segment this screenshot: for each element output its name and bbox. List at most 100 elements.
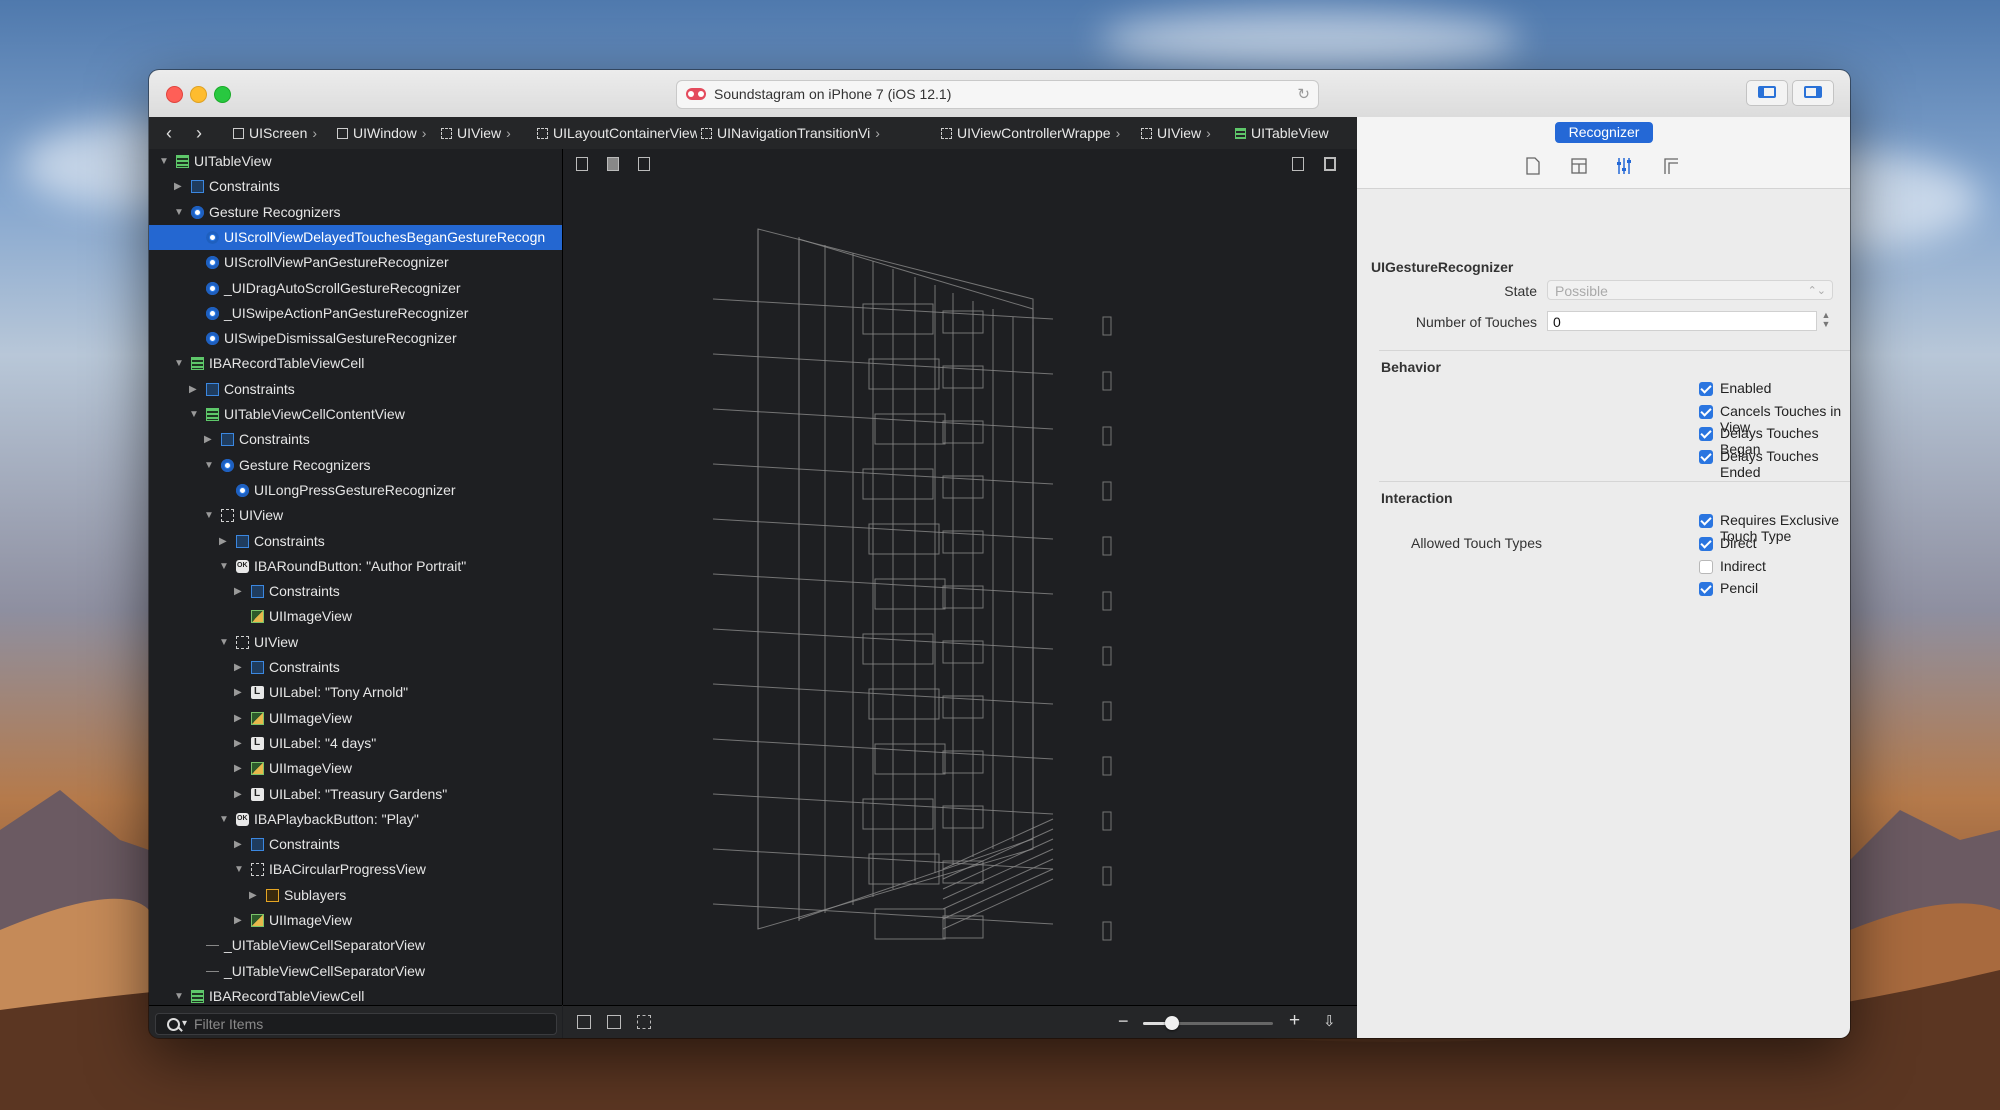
outline-row[interactable]: _UITableViewCellSeparatorView [149,959,562,984]
close-window-button[interactable] [166,86,183,103]
disclosure-open-icon[interactable]: ▼ [189,402,199,427]
outline-row[interactable]: UISwipeDismissalGestureRecognizer [149,326,562,351]
breadcrumb-item[interactable]: UIViewControllerWrappe › [941,117,1137,149]
outline-row[interactable]: UIScrollViewDelayedTouchesBeganGestureRe… [149,224,562,250]
outline-row[interactable]: ▶ Constraints [149,832,562,857]
reload-icon[interactable]: ↻ [1297,81,1310,108]
outline-row[interactable]: ▶ Constraints [149,174,562,199]
outline-row[interactable]: ▶ Sublayers [149,883,562,908]
outline-row[interactable]: ▼ Gesture Recognizers [149,453,562,478]
disclosure-open-icon[interactable]: ▼ [174,351,184,376]
outline-row[interactable]: UIImageView [149,604,562,629]
behavior-checkbox[interactable] [1699,382,1713,396]
view-debugger-canvas[interactable] [563,149,1357,1005]
outline-row[interactable]: ▶ Constraints [149,529,562,554]
forward-chevron-icon[interactable]: › [196,123,202,144]
outline-row[interactable]: ▼ IBARecordTableViewCell [149,984,562,1005]
toggle-inspector-button[interactable] [1792,80,1834,106]
disclosure-open-icon[interactable]: ▼ [219,630,229,655]
outline-row[interactable]: _UIDragAutoScrollGestureRecognizer [149,276,562,301]
disclosure-closed-icon[interactable]: ▶ [204,427,214,452]
breadcrumb-item[interactable]: UIWindow › [337,117,437,149]
outline-row[interactable]: ▶ UIImageView [149,706,562,731]
disclosure-closed-icon[interactable]: ▶ [234,579,244,604]
disclosure-open-icon[interactable]: ▼ [219,554,229,579]
exclusive-touch-checkbox[interactable] [1699,514,1713,528]
touch-type-checkbox[interactable] [1699,559,1713,574]
disclosure-open-icon[interactable]: ▼ [159,149,169,174]
disclosure-open-icon[interactable]: ▼ [234,857,244,882]
outline-row[interactable]: ▼ IBARecordTableViewCell [149,351,562,376]
back-chevron-icon[interactable]: ‹ [166,123,172,144]
outline-row[interactable]: ▼ UITableView [149,149,562,174]
behavior-checkbox[interactable] [1699,427,1713,442]
disclosure-closed-icon[interactable]: ▶ [234,908,244,933]
disclosure-open-icon[interactable]: ▼ [204,503,214,528]
outline-row[interactable]: ▼ UITableViewCellContentView [149,402,562,427]
outline-row[interactable]: _UITableViewCellSeparatorView [149,933,562,958]
disclosure-closed-icon[interactable]: ▶ [234,756,244,781]
outline-row[interactable]: UILongPressGestureRecognizer [149,478,562,503]
size-inspector-icon[interactable] [1663,157,1679,175]
disclosure-open-icon[interactable]: ▼ [204,453,214,478]
disclosure-closed-icon[interactable]: ▶ [234,731,244,756]
zoom-slider[interactable] [1143,1016,1273,1030]
breadcrumb-item[interactable]: UIView › [1141,117,1231,149]
file-inspector-icon[interactable] [1525,157,1541,175]
chevron-down-icon[interactable]: ▾ [182,1014,187,1034]
outline-row[interactable]: _UISwipeActionPanGestureRecognizer [149,301,562,326]
touch-type-checkbox[interactable] [1699,537,1713,551]
zoom-out-icon[interactable]: − [1118,1011,1129,1032]
search-icon[interactable] [167,1018,180,1031]
outline-row[interactable]: ▶ UILabel: "4 days" [149,731,562,756]
toggle-navigator-button[interactable] [1746,80,1788,106]
outline-row[interactable]: ▼ UIView [149,630,562,655]
reset-view-icon[interactable] [637,1015,651,1029]
outline-row[interactable]: ▼ IBACircularProgressView [149,857,562,882]
disclosure-closed-icon[interactable]: ▶ [189,377,199,402]
behavior-checkbox[interactable] [1699,404,1713,419]
outline-row[interactable]: ▶ Constraints [149,377,562,402]
disclosure-closed-icon[interactable]: ▶ [234,706,244,731]
outline-row[interactable]: UIScrollViewPanGestureRecognizer [149,250,562,275]
zoom-window-button[interactable] [214,86,231,103]
touches-stepper[interactable]: ▲ ▼ [1820,311,1832,331]
breadcrumb-item[interactable]: UIScreen › [233,117,333,149]
filter-input[interactable] [194,1014,544,1034]
breadcrumb-item[interactable]: UITableView [1235,117,1345,149]
disclosure-closed-icon[interactable]: ▶ [234,782,244,807]
touch-type-checkbox[interactable] [1699,582,1713,597]
breadcrumb-item[interactable]: UILayoutContainerView› [537,117,697,149]
object-inspector-icon[interactable] [1571,157,1587,175]
disclosure-closed-icon[interactable]: ▶ [249,883,259,908]
disclosure-open-icon[interactable]: ▼ [219,807,229,832]
outline-row[interactable]: ▼ Gesture Recognizers [149,200,562,225]
outline-row[interactable]: ▶ UIImageView [149,908,562,933]
disclosure-closed-icon[interactable]: ▶ [174,174,184,199]
zoom-slider-knob[interactable] [1164,1016,1179,1030]
outline-row[interactable]: ▶ UILabel: "Tony Arnold" [149,680,562,705]
outline-row[interactable]: ▶ Constraints [149,655,562,680]
outline-row[interactable]: ▶ Constraints [149,579,562,604]
disclosure-closed-icon[interactable]: ▶ [219,529,229,554]
recognizer-tab[interactable]: Recognizer [1555,122,1653,143]
outline-row[interactable]: ▶ UILabel: "Treasury Gardens" [149,782,562,807]
disclosure-closed-icon[interactable]: ▶ [234,655,244,680]
spacing-icon[interactable]: ⇩ [1323,1012,1336,1030]
adjust-view-icon[interactable] [577,1015,591,1029]
zoom-in-icon[interactable]: + [1289,1010,1300,1032]
outline-row[interactable]: ▶ UIImageView [149,756,562,781]
state-popup[interactable]: Possible ⌃⌄ [1547,280,1833,300]
behavior-checkbox[interactable] [1699,450,1713,465]
outline-row[interactable]: ▼ IBAPlaybackButton: "Play" [149,807,562,832]
disclosure-open-icon[interactable]: ▼ [174,984,184,1005]
disclosure-open-icon[interactable]: ▼ [174,200,184,225]
filter-field[interactable]: ▾ [155,1013,557,1035]
breadcrumb-item[interactable]: UIView › [441,117,533,149]
breadcrumb-item[interactable]: UINavigationTransitionVi › [701,117,937,149]
outline-row[interactable]: ▼ IBARoundButton: "Author Portrait" [149,554,562,579]
touches-field[interactable]: 0 [1547,311,1817,331]
constraints-toggle-icon[interactable] [607,1015,621,1029]
disclosure-closed-icon[interactable]: ▶ [234,832,244,857]
outline-row[interactable]: ▼ UIView [149,503,562,528]
